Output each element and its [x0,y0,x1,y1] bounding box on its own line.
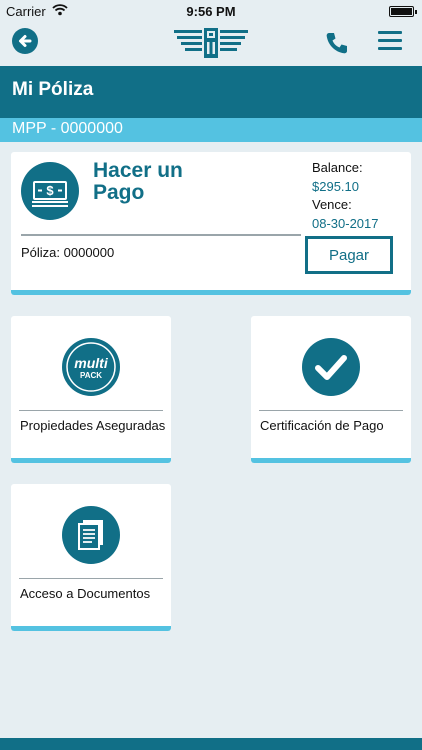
bottom-bar [0,738,422,750]
payment-card[interactable]: $ Hacer un Pago Póliza: 0000000 Balance:… [11,152,411,295]
payment-certificate-tile[interactable]: Certificación de Pago [251,316,411,463]
insured-properties-tile[interactable]: multi PACK Propiedades Aseguradas [11,316,171,463]
tile-label: Propiedades Aseguradas [20,418,166,433]
tile-label: Certificación de Pago [260,418,384,433]
payment-divider [21,234,301,236]
page-title: Mi Póliza [12,79,94,100]
tile-label: Acceso a Documentos [20,586,151,601]
balance-value: $295.10 [312,179,359,194]
card-accent [11,626,171,631]
policy-bar: MPP - 0000000 [0,118,422,142]
battery-icon [389,6,417,17]
checkmark-icon [302,338,360,396]
title-bar: Mi Póliza [0,66,422,118]
money-icon: $ [21,162,79,220]
payment-title: Hacer un Pago [93,159,183,204]
svg-text:$: $ [46,183,54,198]
clock: 9:56 PM [186,4,236,19]
multipack-icon: multi PACK [62,338,120,396]
status-bar: Carrier 9:56 PM [0,0,422,22]
company-logo-icon [174,28,248,58]
tile-divider [19,578,163,579]
documents-icon [62,506,120,564]
pay-button[interactable]: Pagar [305,236,393,274]
tile-divider [259,410,403,411]
policy-number: MPP - 0000000 [12,120,123,137]
nav-bar [0,22,422,66]
balance-label: Balance: [312,160,363,175]
card-accent [251,458,411,463]
phone-icon[interactable] [324,30,350,56]
due-date-value: 08-30-2017 [312,216,379,231]
multipack-text-top: multi [74,355,109,371]
back-arrow-icon[interactable] [12,28,38,54]
hamburger-menu-icon[interactable] [378,31,402,51]
card-accent [11,290,411,295]
multipack-text-bottom: PACK [80,371,102,380]
card-accent [11,458,171,463]
due-date-label: Vence: [312,197,352,212]
policy-label: Póliza: 0000000 [21,245,115,260]
tile-divider [19,410,163,411]
documents-access-tile[interactable]: Acceso a Documentos [11,484,171,631]
